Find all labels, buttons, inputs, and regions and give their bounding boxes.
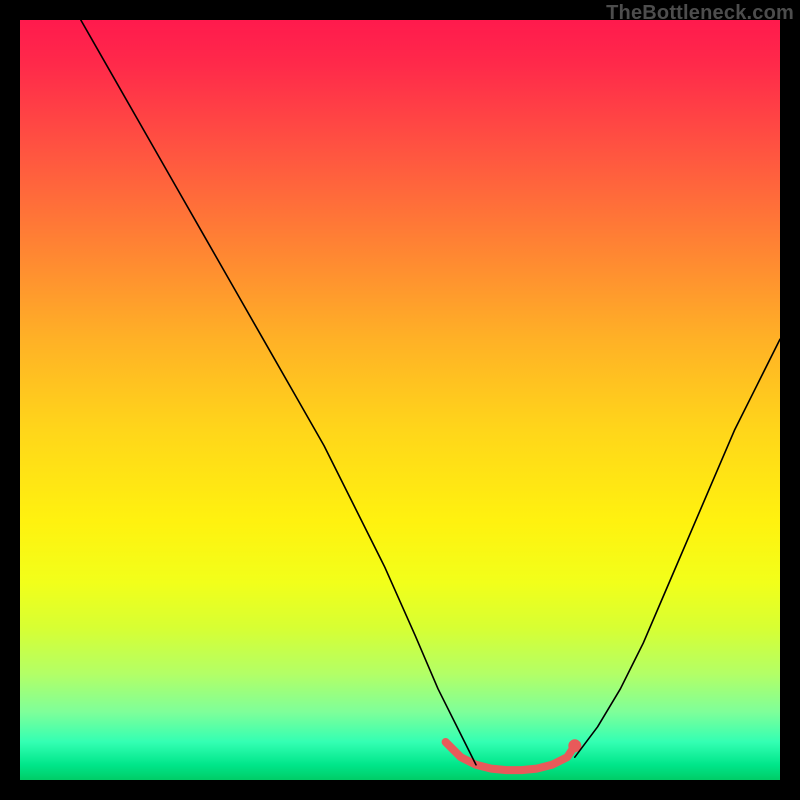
series-left-branch [81, 20, 476, 765]
chart-overlay [20, 20, 780, 780]
chart-series-layer [81, 20, 780, 770]
chart-plot-area [20, 20, 780, 780]
series-valley-highlight [446, 742, 575, 770]
watermark-text: TheBottleneck.com [606, 2, 794, 25]
series-right-branch [575, 339, 780, 757]
